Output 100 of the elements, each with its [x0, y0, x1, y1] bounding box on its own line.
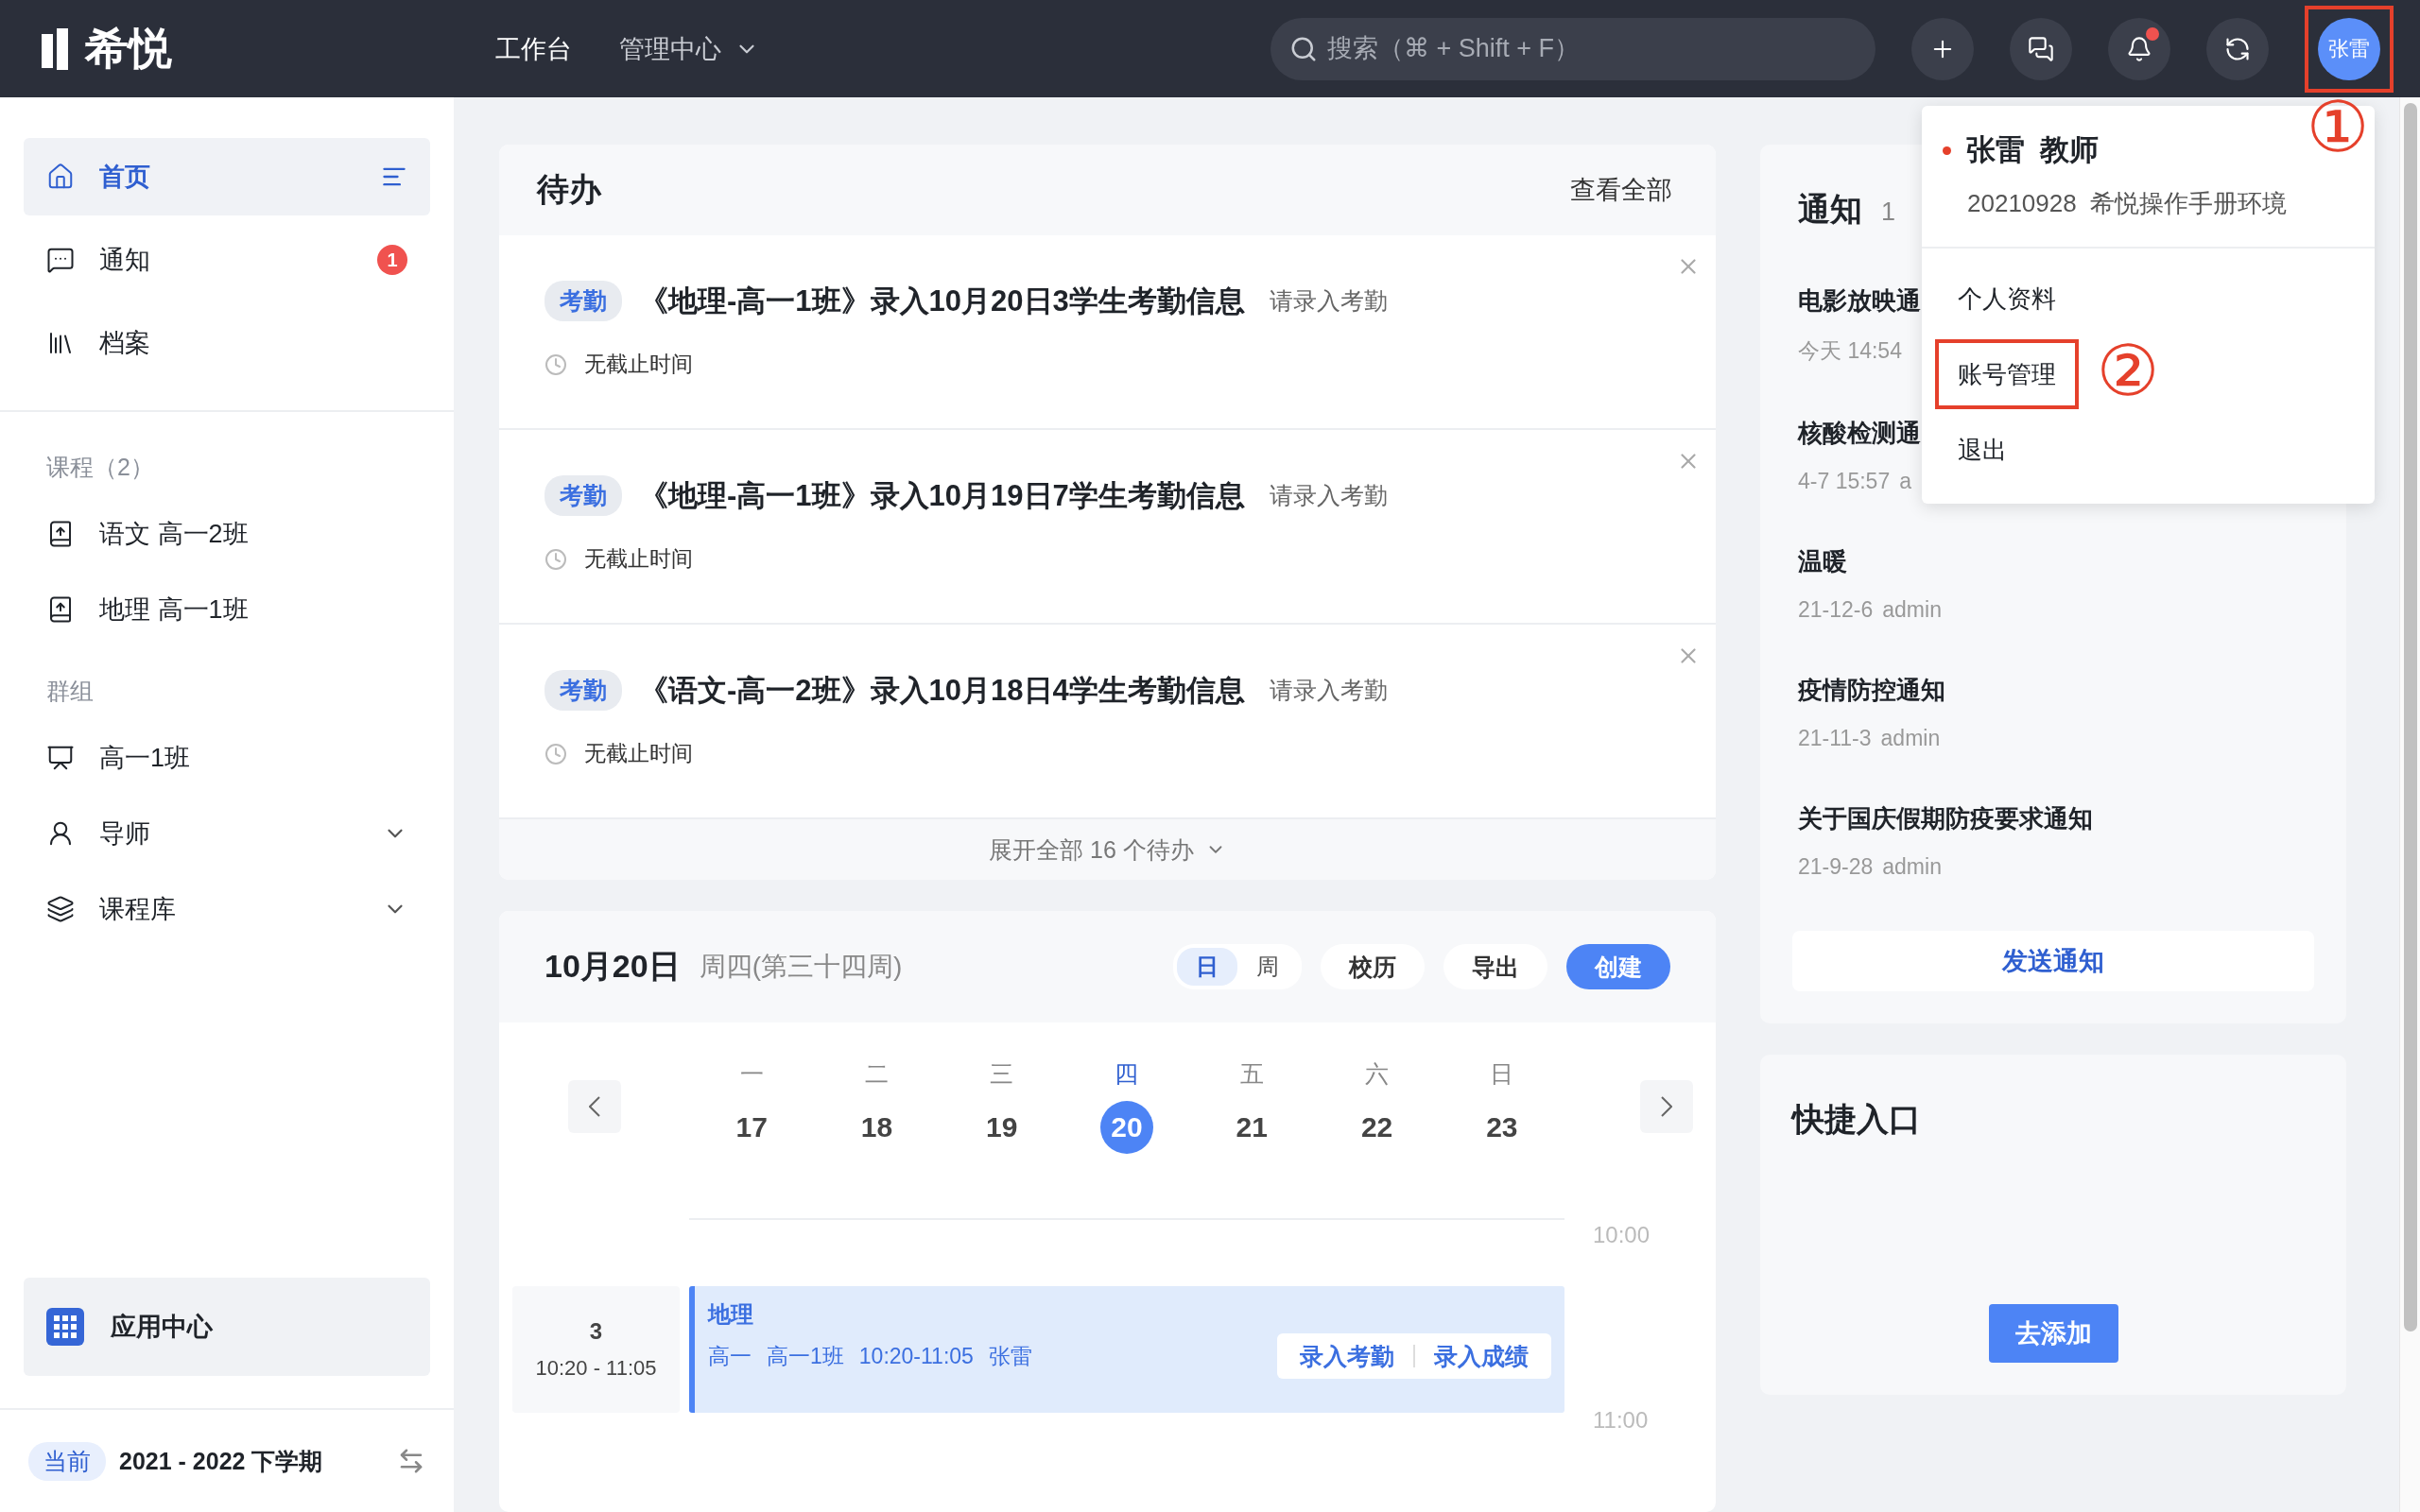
day-number[interactable]: 23 — [1475, 1101, 1529, 1154]
step-marker: ② — [2097, 336, 2160, 406]
notice-author: admin — [1880, 726, 1941, 751]
send-notice-button[interactable]: 发送通知 — [1792, 931, 2314, 991]
notice-author: a — [1899, 469, 1911, 494]
term-label: 2021 - 2022 下学期 — [119, 1446, 324, 1476]
clock-icon — [544, 547, 567, 571]
period-number: 3 — [589, 1318, 603, 1345]
grid-icon — [46, 1308, 84, 1346]
chevron-left-icon — [588, 1095, 600, 1117]
weekday-label: 六 — [1365, 1059, 1390, 1089]
toolbar-button[interactable]: 校历 — [1321, 944, 1425, 989]
category-tag: 考勤 — [544, 670, 622, 711]
notice-date: 21-12-6 — [1798, 597, 1874, 623]
card-title: 快捷入口 — [1792, 1100, 1921, 1139]
view-tab[interactable]: 日 — [1177, 948, 1237, 986]
view-all-link[interactable]: 查看全部 — [1570, 173, 1672, 207]
next-button[interactable] — [1640, 1079, 1693, 1133]
lesson-event[interactable]: 地理 高一 高一1班 10:20-11:05 张雷 录入考勤 录入成绩 — [689, 1286, 1564, 1413]
day-number[interactable]: 22 — [1350, 1101, 1404, 1154]
sidebar-item[interactable]: 导师 — [24, 796, 430, 871]
toolbar-button[interactable]: 创建 — [1566, 944, 1670, 989]
weekday-label: 二 — [864, 1059, 889, 1089]
menu-item[interactable]: 退出 — [1935, 415, 2030, 485]
todo-hint: 请录入考勤 — [1269, 481, 1388, 510]
menu-item[interactable]: 个人资料 — [1935, 264, 2079, 334]
count-badge: 1 — [377, 245, 407, 275]
expand-button[interactable]: 展开全部 16 个待办 — [499, 819, 1716, 880]
todo-hint: 请录入考勤 — [1269, 286, 1388, 316]
lesson-action-button[interactable]: 录入考勤 — [1281, 1340, 1413, 1372]
notice-title[interactable]: 疫情防控通知 — [1798, 674, 2314, 707]
add-button[interactable]: 去添加 — [1988, 1304, 2118, 1363]
sidebar-item[interactable]: 课程库 — [24, 871, 430, 947]
user-name: 张雷 — [1966, 132, 2025, 168]
day-number[interactable]: 19 — [975, 1101, 1028, 1154]
todo-title[interactable]: 《地理-高一1班》录入10月19日7学生考勤信息 — [639, 475, 1245, 516]
notice-author: admin — [1882, 597, 1942, 623]
notice-date: 21-9-28 — [1798, 854, 1874, 880]
todo-title[interactable]: 《地理-高一1班》录入10月20日3学生考勤信息 — [639, 281, 1245, 321]
day-number[interactable]: 20 — [1100, 1101, 1153, 1154]
section-title: 群组 — [45, 677, 95, 706]
notice-date: 21-11-3 — [1798, 726, 1872, 751]
lesson-detail: 10:20-11:05 — [858, 1343, 974, 1369]
todo-title[interactable]: 《语文-高一2班》录入10月18日4学生考勤信息 — [639, 670, 1245, 711]
home-icon — [46, 163, 75, 191]
user-info: 20210928 希悦操作手册环境 — [1966, 188, 2289, 219]
user-role: 教师 — [2040, 132, 2099, 168]
toolbar-button[interactable]: 导出 — [1443, 944, 1547, 989]
day-number[interactable]: 21 — [1225, 1101, 1279, 1154]
category-tag: 考勤 — [544, 475, 622, 516]
sidebar-item[interactable]: 高一1班 — [24, 720, 430, 796]
deadline-text: 无截止时间 — [584, 351, 693, 378]
notice-title[interactable]: 温暖 — [1798, 545, 2314, 578]
logo-text: 希悦 — [85, 22, 172, 75]
refresh-icon — [2224, 35, 2251, 62]
menu-item[interactable]: 账号管理 — [1935, 339, 2079, 409]
sidebar-item[interactable]: 地理 高一1班 — [24, 572, 430, 647]
weekday-label: 四 — [1115, 1059, 1139, 1089]
layers-icon — [46, 895, 75, 923]
category-tag: 考勤 — [544, 281, 622, 321]
weekday-label: 一 — [739, 1059, 764, 1089]
lesson-detail: 张雷 — [988, 1342, 1032, 1370]
notice-date: 今天 14:54 — [1798, 337, 1902, 365]
step-marker: ① — [2307, 93, 2370, 163]
clock-icon — [544, 742, 567, 765]
weekday-label: 三 — [990, 1059, 1014, 1089]
week-label: 周四(第三十四周) — [699, 951, 904, 983]
sidebar-item[interactable]: 语文 高一2班 — [24, 496, 430, 572]
section-title: 课程（2） — [45, 453, 155, 482]
lesson-detail: 高一 — [708, 1342, 752, 1370]
chat-icon — [46, 246, 75, 274]
search-field[interactable]: 搜索（⌘ + Shift + F） — [1270, 17, 1876, 80]
previous-button[interactable] — [567, 1079, 621, 1133]
period-time: 10:20 - 11:05 — [535, 1356, 657, 1381]
scrollbar[interactable] — [2399, 97, 2420, 1512]
notice-author: admin — [1882, 854, 1942, 880]
deadline-text: 无截止时间 — [584, 740, 693, 767]
sidebar-item[interactable]: 首页 — [24, 138, 430, 215]
clock-icon — [544, 352, 567, 376]
sidebar-item[interactable]: 通知 1 — [24, 221, 430, 299]
card-title: 通知 — [1798, 190, 1862, 229]
day-number[interactable]: 17 — [725, 1101, 779, 1154]
status-dot — [1943, 146, 1951, 155]
nav-link[interactable]: 工作台 — [495, 31, 572, 66]
lesson-action-button[interactable]: 录入成绩 — [1415, 1340, 1547, 1372]
board-icon — [46, 744, 75, 772]
card-title: 待办 — [537, 170, 603, 209]
day-number[interactable]: 18 — [850, 1101, 904, 1154]
time-label: 10:00 — [1592, 1222, 1651, 1248]
app-center-button[interactable]: 应用中心 — [24, 1278, 430, 1376]
bell-icon — [2126, 35, 2152, 62]
current-tag: 当前 — [28, 1441, 106, 1481]
deadline-text: 无截止时间 — [584, 545, 693, 573]
view-tab[interactable]: 周 — [1237, 948, 1298, 986]
messages-icon — [2028, 35, 2054, 62]
notice-title[interactable]: 关于国庆假期防疫要求通知 — [1798, 802, 2314, 835]
nav-link[interactable]: 管理中心 — [619, 31, 759, 66]
sidebar-item[interactable]: 档案 — [24, 304, 430, 382]
chevron-right-icon — [1661, 1095, 1672, 1117]
notice-date: 4-7 15:57 — [1798, 469, 1891, 494]
